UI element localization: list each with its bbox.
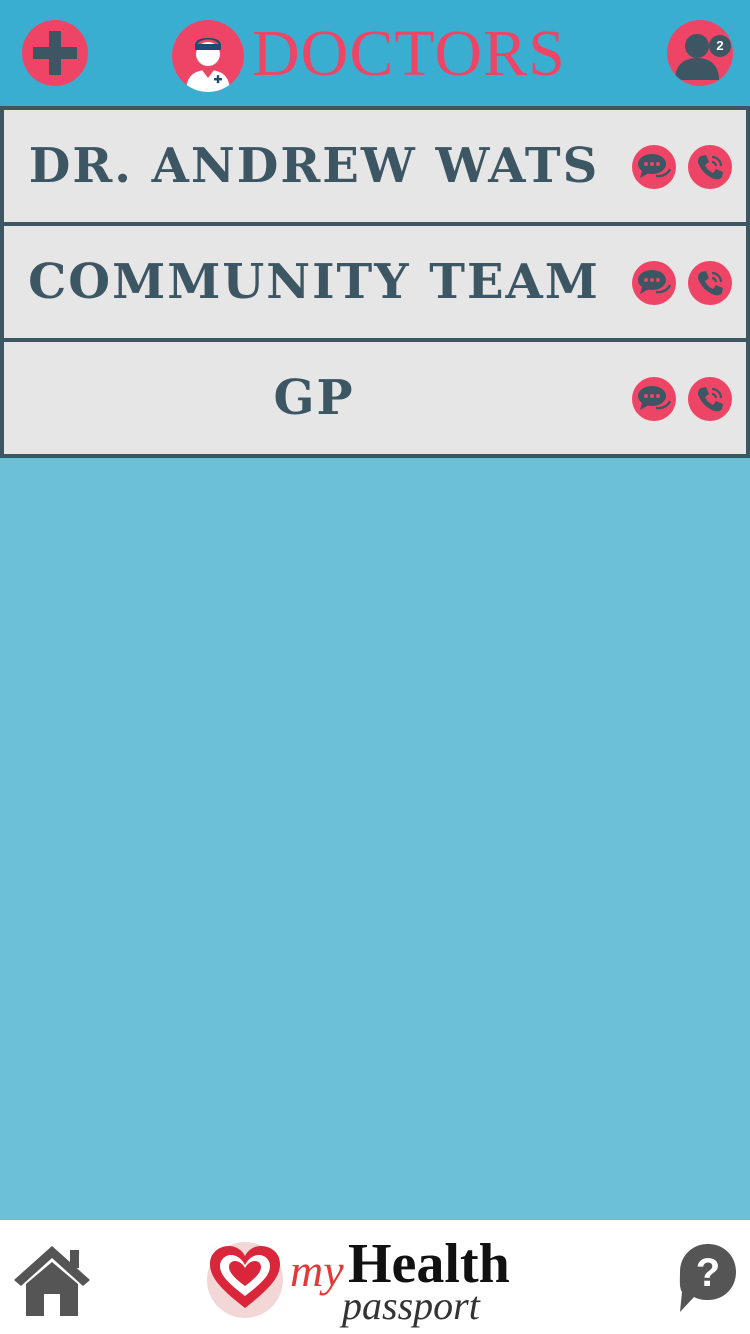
logo-text-my: my: [290, 1245, 344, 1296]
doctor-list: DR. ANDREW WATS COMMUNITY TEAM GP: [0, 106, 750, 458]
heart-logo-icon: [207, 1242, 283, 1318]
doctor-icon: [172, 20, 244, 92]
call-button[interactable]: [688, 261, 732, 305]
help-button[interactable]: ?: [676, 1240, 740, 1316]
call-button[interactable]: [688, 145, 732, 189]
contact-name: DR. ANDREW WATS: [28, 138, 600, 194]
logo-text-passport: passport: [342, 1283, 480, 1328]
call-button[interactable]: [688, 377, 732, 421]
footer-bar: my Health passport ?: [0, 1220, 750, 1334]
home-icon: [14, 1246, 90, 1316]
message-button[interactable]: [632, 377, 676, 421]
list-item[interactable]: GP: [0, 338, 750, 458]
phone-icon: [697, 271, 723, 296]
list-item[interactable]: COMMUNITY TEAM: [0, 222, 750, 342]
phone-icon: [697, 387, 723, 412]
chat-icon: [638, 270, 672, 294]
help-icon: ?: [679, 1244, 736, 1312]
phone-icon: [697, 155, 723, 180]
notification-badge: 2: [709, 35, 731, 57]
home-button[interactable]: [10, 1242, 94, 1318]
chat-icon: [638, 154, 672, 178]
chat-icon: [638, 386, 672, 410]
add-doctor-button[interactable]: [22, 20, 88, 86]
page-title: DOCTORS: [252, 17, 566, 90]
message-button[interactable]: [632, 145, 676, 189]
contact-name: COMMUNITY TEAM: [28, 254, 600, 310]
svg-text:?: ?: [696, 1251, 720, 1295]
header-bar: DOCTORS 2: [0, 0, 750, 106]
contact-name: GP: [273, 370, 355, 426]
message-button[interactable]: [632, 261, 676, 305]
app-logo: my Health passport: [202, 1232, 552, 1328]
list-item[interactable]: DR. ANDREW WATS: [0, 106, 750, 226]
